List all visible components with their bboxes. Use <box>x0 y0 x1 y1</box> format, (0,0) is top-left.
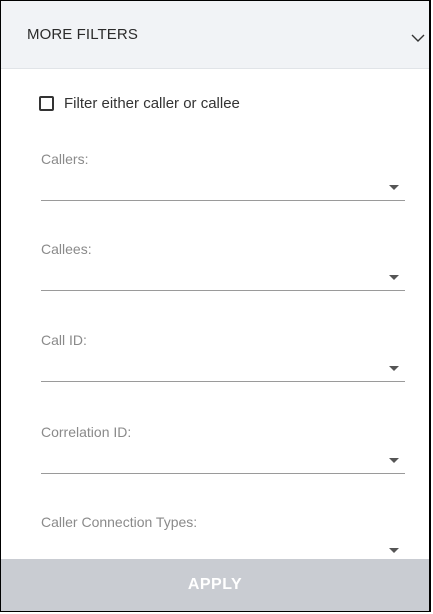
dropdown-caret-icon[interactable] <box>389 275 399 280</box>
call-id-label: Call ID: <box>41 332 87 348</box>
callers-label: Callers: <box>41 151 89 167</box>
filter-either-label: Filter either caller or callee <box>64 94 240 112</box>
correlation-id-label: Correlation ID: <box>41 424 132 440</box>
apply-label: APPLY <box>187 576 243 593</box>
call-id-select[interactable]: Call ID: <box>41 332 405 382</box>
more-filters-panel: MORE FILTERS Filter either caller or cal… <box>0 0 431 612</box>
callees-select[interactable]: Callees: <box>41 241 405 291</box>
callers-select[interactable]: Callers: <box>41 151 405 201</box>
caller-connection-types-select[interactable]: Caller Connection Types: <box>41 514 405 564</box>
callees-label: Callees: <box>41 241 92 257</box>
filter-either-checkbox-row[interactable]: Filter either caller or callee <box>39 93 240 113</box>
more-filters-header[interactable]: MORE FILTERS <box>1 1 429 69</box>
chevron-down-icon[interactable] <box>411 34 425 42</box>
dropdown-caret-icon[interactable] <box>389 185 399 190</box>
dropdown-caret-icon[interactable] <box>389 366 399 371</box>
panel-title: MORE FILTERS <box>27 26 138 43</box>
caller-connection-types-label: Caller Connection Types: <box>41 514 198 530</box>
correlation-id-select[interactable]: Correlation ID: <box>41 424 405 474</box>
apply-button[interactable]: APPLY <box>1 559 429 611</box>
dropdown-caret-icon[interactable] <box>389 458 399 463</box>
dropdown-caret-icon[interactable] <box>389 548 399 553</box>
filter-either-checkbox[interactable] <box>39 95 54 111</box>
